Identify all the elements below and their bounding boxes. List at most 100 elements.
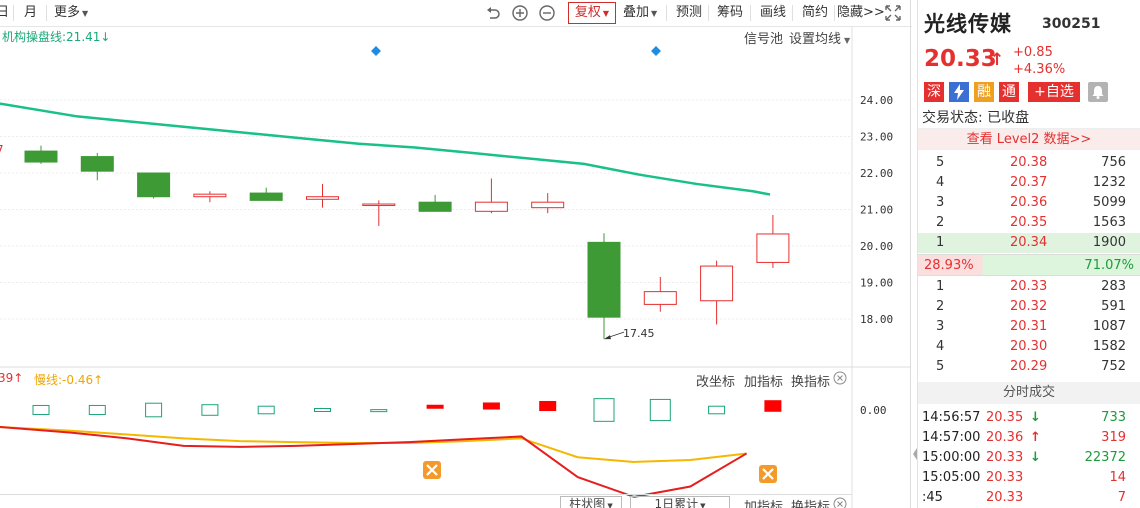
trade-row: 14:56:57 20.35 ↓ 733 [918,408,1140,428]
close-icon[interactable] [833,497,847,508]
bid-level: 1 [936,279,945,294]
period-month-tab[interactable]: 月 [24,0,37,26]
ask-price: 20.38 [1010,155,1048,170]
add-watchlist-button[interactable]: +自选 [1028,82,1080,102]
lightning-icon [949,82,969,102]
trade-volume: 14 [1109,470,1126,485]
macd-bar [88,404,106,416]
toolbar-separator [834,5,835,21]
more-periods-dropdown[interactable]: 更多 ▼ [54,0,88,26]
up-arrow-icon: ↑ [990,50,1005,70]
ask-volume: 1563 [1092,215,1126,230]
candle-body [80,156,114,172]
period-dropdown[interactable]: 1日累计 ▼ [630,496,730,508]
panel-divider [910,0,911,508]
macd-fast-label: 39↑ [0,371,23,385]
kline-chart[interactable]: 24.00 23.00 22.00 21.00 20.00 19.00 18.00 0.00 [0,27,910,508]
trade-volume: 7 [1117,490,1126,505]
time-sales-title: 分时成交 [918,382,1140,404]
trade-status: 交易状态: 已收盘 [922,110,1030,126]
stock-name: 光线传媒 [924,12,1012,36]
add-indicator-bottom-button[interactable]: 加指标 [744,496,783,508]
bid-row: 5 20.29 752 [918,357,1140,377]
trade-row: 15:05:00 20.33 14 [918,468,1140,488]
toolbar-separator [708,5,709,21]
set-ma-dropdown[interactable]: 设置均线 ▼ [789,28,850,47]
candle-body [587,241,621,318]
macd-bar [708,405,726,415]
caret-down-icon: ▼ [602,9,610,18]
ask-row: 1 20.34 1900 [918,233,1140,253]
zoom-in-icon[interactable] [511,4,529,22]
trade-price: 20.35 [986,410,1024,425]
y-tick-label: 22.00 [860,167,893,180]
bottom-divider [0,494,852,495]
adjust-price-dropdown[interactable]: 复权 ▼ [568,2,616,24]
bid-price: 20.33 [1010,279,1048,294]
change-percent: +4.36% [1013,62,1066,77]
signal-diamond-icon [651,46,661,56]
candle-body [531,201,565,209]
toolbar-separator [750,5,751,21]
switch-indicator-bottom-button[interactable]: 换指标 [791,496,830,508]
trade-row: 14:57:00 20.36 ↑ 319 [918,428,1140,448]
low-price-label: 17.45 [623,327,655,340]
forecast-button[interactable]: 预测 [676,0,702,26]
trade-price: 20.33 [986,490,1024,505]
simple-mode-button[interactable]: 简约 [802,0,828,26]
trade-row: 15:00:00 20.33 ↓ 22372 [918,448,1140,468]
ask-price: 20.35 [1010,215,1048,230]
shenzhen-badge: 深 [924,82,944,102]
undo-icon[interactable] [484,4,502,22]
caret-down-icon: ▼ [651,9,658,18]
draw-line-button[interactable]: 画线 [760,0,786,26]
candle-body [249,192,283,201]
bell-icon[interactable] [1088,82,1108,102]
overlay-dropdown[interactable]: 叠加 ▼ [623,0,657,26]
bid-level: 5 [936,359,945,374]
ask-volume: 1232 [1092,175,1126,190]
macd-bar [539,400,557,412]
y-axis-ticks: 24.00 23.00 22.00 21.00 20.00 19.00 18.00 [860,94,893,326]
y-tick-label: 24.00 [860,94,893,107]
trade-time: 14:57:00 [922,430,981,445]
bid-level: 4 [936,339,945,354]
ratio-left: 28.93% [924,258,974,273]
hide-panel-button[interactable]: 隐藏>> [837,0,885,26]
trade-volume: 22372 [1084,450,1126,465]
fullscreen-icon[interactable] [884,4,902,22]
up-arrow-icon: ↑ [93,373,104,387]
bid-volume: 1087 [1092,319,1126,334]
period-day-tab[interactable]: 日 [0,0,9,26]
chip-distribution-button[interactable]: 筹码 [717,0,743,26]
switch-indicator-button[interactable]: 换指标 [791,371,830,390]
macd-bar [593,398,615,422]
ask-row: 2 20.35 1563 [918,213,1140,233]
trade-volume: 319 [1101,430,1126,445]
bid-price: 20.32 [1010,299,1048,314]
macd-bar [370,409,388,413]
candle-body [643,291,677,305]
add-indicator-button[interactable]: 加指标 [744,371,783,390]
chart-type-dropdown[interactable]: 柱状图 ▼ [560,496,622,508]
macd-bar [314,407,331,413]
chart-area: 日 月 更多 ▼ 复权 ▼ 叠加 ▼ 预测 筹码 画线 简约 隐藏>> 24.0… [0,0,912,508]
overlay-label: 叠加 [623,5,650,20]
bid-level: 2 [936,299,945,314]
toolbar-separator [13,5,14,21]
change-amount: +0.85 [1013,45,1053,60]
macd-bar [649,398,671,422]
bid-level: 3 [936,319,945,334]
bid-price: 20.29 [1010,359,1048,374]
change-axis-button[interactable]: 改坐标 [696,371,735,390]
trade-time: 15:05:00 [922,470,981,485]
close-icon[interactable] [833,371,847,385]
signal-pool-button[interactable]: 信号池 [744,28,783,47]
zoom-out-icon[interactable] [538,4,556,22]
candle-body [474,201,508,212]
down-arrow-icon: ↓ [1030,410,1041,425]
up-arrow-icon: ↑ [1030,430,1041,445]
candle-body [24,150,58,163]
level2-link[interactable]: 查看 Level2 数据>> [918,128,1140,150]
macd-bar [482,402,500,410]
